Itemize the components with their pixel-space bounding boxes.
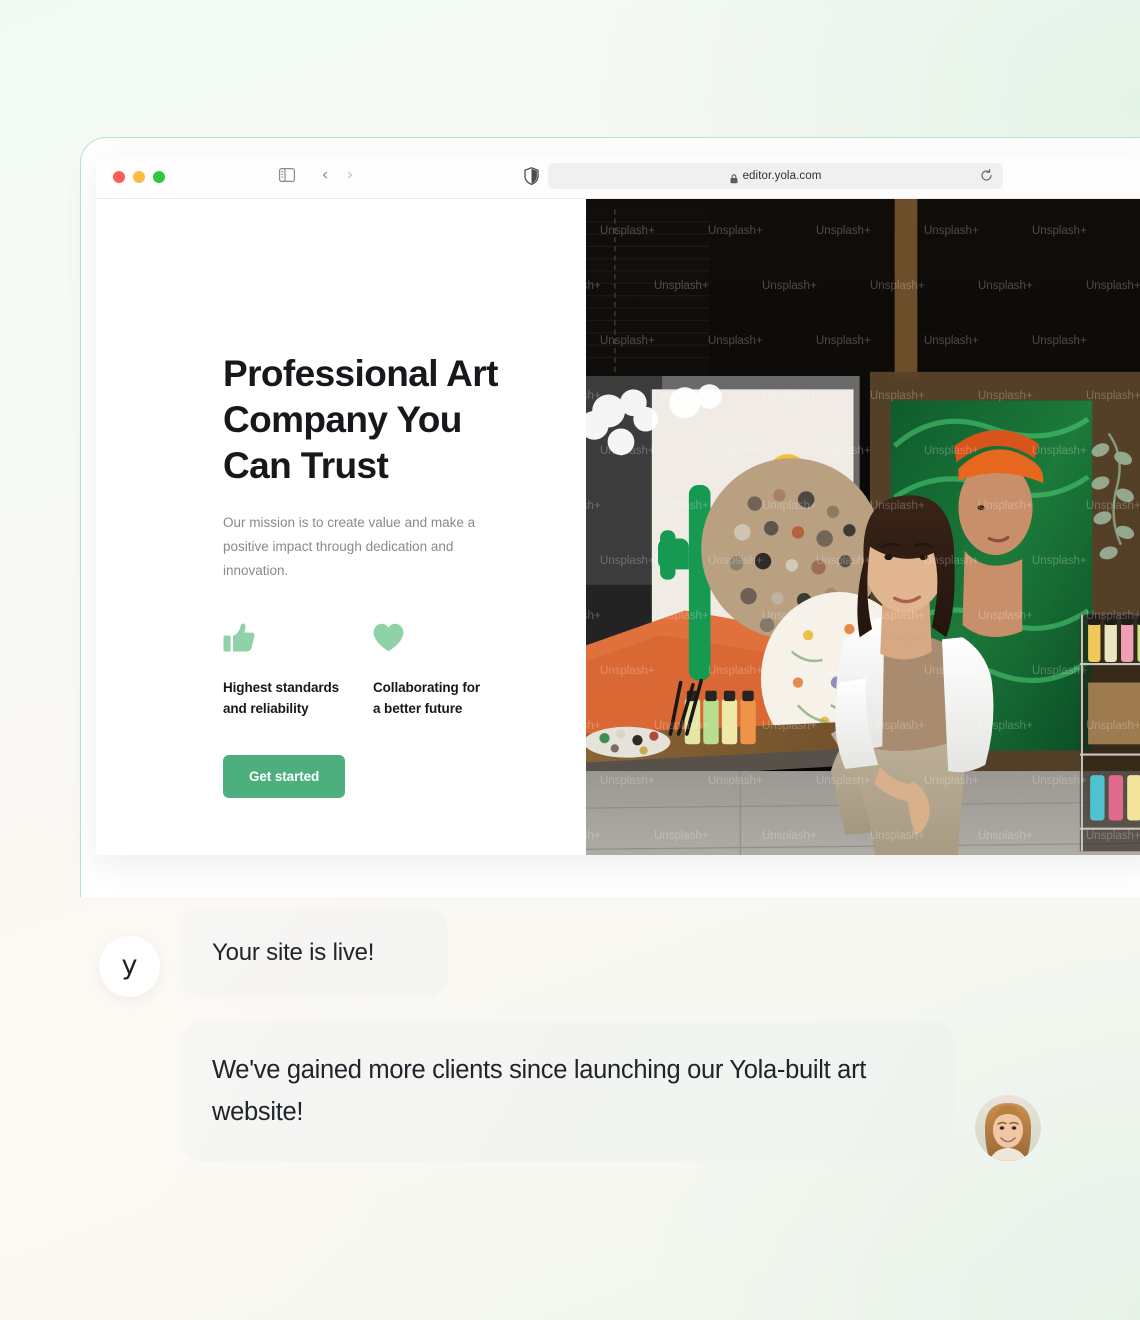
- feature-label: Highest standards and reliability: [223, 680, 340, 716]
- chevron-left-icon[interactable]: ‹: [316, 165, 334, 185]
- chevron-right-icon[interactable]: ›: [341, 165, 359, 185]
- shield-icon[interactable]: [524, 167, 539, 186]
- window-controls[interactable]: [113, 171, 165, 183]
- feature-item-standards: Highest standards and reliability: [223, 623, 373, 719]
- address-bar-url: editor.yola.com: [742, 170, 822, 182]
- close-window-button[interactable]: [113, 171, 125, 183]
- thumbs-up-icon: [223, 623, 373, 655]
- address-bar[interactable]: editor.yola.com: [548, 163, 1003, 189]
- sidebar-toggle-icon[interactable]: [279, 168, 296, 183]
- chat-message-text: We've gained more clients since launchin…: [212, 1056, 867, 1126]
- client-avatar-illustration: [975, 1095, 1041, 1161]
- hero-text-column: Professional Art Company You Can Trust O…: [96, 199, 586, 855]
- heart-icon: [373, 623, 523, 655]
- studio-photo-illustration: [586, 199, 1140, 855]
- minimize-window-button[interactable]: [133, 171, 145, 183]
- avatar: y: [99, 936, 160, 997]
- browser-window: ‹ › editor.yola.com Professional Art Com…: [96, 155, 1140, 855]
- hero-subtitle: Our mission is to create value and make …: [223, 515, 476, 578]
- browser-toolbar: ‹ › editor.yola.com: [96, 155, 1140, 199]
- hero-copy: Professional Art Company You Can Trust O…: [223, 351, 523, 798]
- address-bar-content: editor.yola.com: [548, 163, 1003, 189]
- chat-message-text: Your site is live!: [212, 938, 375, 966]
- site-viewport: Professional Art Company You Can Trust O…: [96, 199, 1140, 855]
- feature-item-collaboration: Collaborating for a better future: [373, 623, 523, 719]
- yola-logo: y: [121, 950, 138, 981]
- page-background: ‹ › editor.yola.com Professional Art Com…: [0, 0, 1140, 1320]
- avatar: [975, 1095, 1041, 1161]
- lock-icon: [730, 171, 738, 184]
- page-title: Professional Art Company You Can Trust: [223, 353, 498, 486]
- feature-label: Collaborating for a better future: [373, 680, 481, 716]
- zoom-window-button[interactable]: [153, 171, 165, 183]
- chat-bubble-status: Your site is live!: [180, 908, 448, 997]
- chat-bubble-testimonial: We've gained more clients since launchin…: [180, 1021, 955, 1162]
- hero-photo: Unsplash+ Unsplash+ Unsplash+ Unsplash+ Unsp…: [586, 199, 1140, 855]
- feature-list: Highest standards and reliability Collab…: [223, 623, 523, 719]
- get-started-button[interactable]: Get started: [223, 755, 346, 798]
- reload-icon[interactable]: [980, 169, 993, 182]
